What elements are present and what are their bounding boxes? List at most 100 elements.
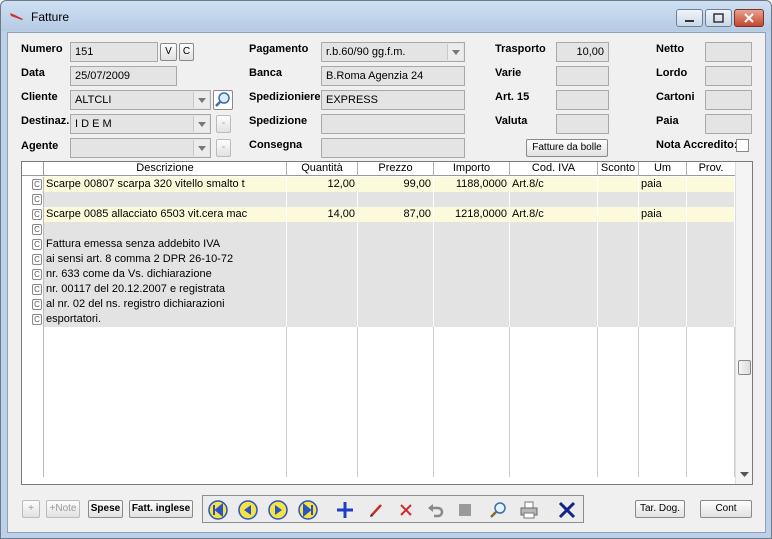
cell-importo[interactable] [434,447,510,462]
v-button[interactable]: V [160,43,177,61]
col-quantita[interactable]: Quantità [287,162,358,176]
cell-um[interactable] [639,282,687,297]
cell-descrizione[interactable] [44,387,287,402]
cell-cod-iva[interactable]: Art.8/c [510,207,598,222]
cell-prov[interactable] [687,417,735,432]
row-checkbox[interactable]: C [32,224,42,235]
cell-prezzo[interactable]: 87,00 [358,207,434,222]
cell-prov[interactable] [687,462,735,477]
destinaz-clear-button[interactable]: - [216,115,231,133]
cell-descrizione[interactable] [44,357,287,372]
cell-prezzo[interactable] [358,372,434,387]
cell-prezzo[interactable] [358,222,434,237]
cell-quantita[interactable] [287,297,358,312]
cell-descrizione[interactable] [44,342,287,357]
cell-prov[interactable] [687,447,735,462]
cell-prezzo[interactable] [358,237,434,252]
cell-importo[interactable] [434,327,510,342]
cell-prov[interactable] [687,177,735,192]
cell-sconto[interactable] [598,207,639,222]
cell-importo[interactable] [434,342,510,357]
cell-um[interactable] [639,327,687,342]
cell-prov[interactable] [687,402,735,417]
row-indicator[interactable] [22,462,44,477]
table-row[interactable]: Cnr. 633 come da Vs. dichiarazione [22,267,735,282]
row-indicator[interactable] [22,327,44,342]
cell-cod-iva[interactable] [510,462,598,477]
cell-descrizione[interactable] [44,372,287,387]
cell-descrizione[interactable] [44,402,287,417]
row-checkbox[interactable]: C [32,194,42,205]
cell-prezzo[interactable]: 99,00 [358,177,434,192]
cell-prezzo[interactable] [358,432,434,447]
cell-sconto[interactable] [598,432,639,447]
cell-prezzo[interactable] [358,327,434,342]
cell-um[interactable] [639,237,687,252]
cell-importo[interactable] [434,417,510,432]
row-checkbox[interactable]: C [32,269,42,280]
undo-icon[interactable] [425,500,445,520]
title-bar[interactable]: Fatture [1,1,771,31]
row-indicator[interactable] [22,447,44,462]
cell-um[interactable] [639,267,687,282]
cell-prezzo[interactable] [358,267,434,282]
cell-prov[interactable] [687,282,735,297]
cell-sconto[interactable] [598,417,639,432]
cell-quantita[interactable] [287,222,358,237]
cell-descrizione[interactable]: esportatori. [44,312,287,327]
cell-um[interactable] [639,222,687,237]
cell-quantita[interactable] [287,432,358,447]
numero-field[interactable]: 151 [70,42,158,62]
col-importo[interactable]: Importo [434,162,510,176]
cell-cod-iva[interactable] [510,327,598,342]
row-indicator[interactable] [22,432,44,447]
cell-importo[interactable] [434,432,510,447]
col-descrizione[interactable]: Descrizione [44,162,287,176]
cell-um[interactable] [639,432,687,447]
edit-record-icon[interactable] [366,500,386,520]
cell-sconto[interactable] [598,192,639,207]
cell-sconto[interactable] [598,177,639,192]
cell-cod-iva[interactable] [510,402,598,417]
banca-field[interactable]: B.Roma Agenzia 24 [321,66,465,86]
cell-sconto[interactable] [598,267,639,282]
cell-descrizione[interactable]: Scarpe 0085 allacciato 6503 vit.cera mac [44,207,287,222]
empty-row[interactable] [22,372,735,387]
table-row[interactable]: Cai sensi art. 8 comma 2 DPR 26-10-72 [22,252,735,267]
cell-descrizione[interactable] [44,222,287,237]
cell-prezzo[interactable] [358,312,434,327]
chevron-down-icon[interactable] [447,44,463,60]
col-um[interactable]: Um [639,162,687,176]
cell-quantita[interactable] [287,237,358,252]
cell-prezzo[interactable] [358,402,434,417]
cell-um[interactable]: paia [639,177,687,192]
fatture-da-bolle-button[interactable]: Fatture da bolle [526,139,608,157]
add-record-icon[interactable] [335,500,355,520]
empty-row[interactable] [22,342,735,357]
col-prov[interactable]: Prov. [687,162,735,176]
col-prezzo[interactable]: Prezzo [358,162,434,176]
cell-um[interactable] [639,417,687,432]
cell-quantita[interactable] [287,312,358,327]
cell-prezzo[interactable] [358,252,434,267]
cell-prov[interactable] [687,387,735,402]
last-record-icon[interactable] [298,500,318,520]
cell-quantita[interactable] [287,342,358,357]
close-button[interactable] [734,9,764,27]
cell-descrizione[interactable]: nr. 633 come da Vs. dichiarazione [44,267,287,282]
cell-descrizione[interactable]: Fattura emessa senza addebito IVA [44,237,287,252]
cell-prov[interactable] [687,327,735,342]
cell-importo[interactable] [434,222,510,237]
cell-importo[interactable] [434,282,510,297]
cell-um[interactable]: paia [639,207,687,222]
cell-quantita[interactable] [287,372,358,387]
cell-prezzo[interactable] [358,417,434,432]
cell-prov[interactable] [687,237,735,252]
cell-prezzo[interactable] [358,342,434,357]
cell-quantita[interactable] [287,267,358,282]
cell-quantita[interactable] [287,447,358,462]
cell-sconto[interactable] [598,252,639,267]
add-button[interactable]: + [22,500,40,518]
cell-prezzo[interactable] [358,447,434,462]
cell-prov[interactable] [687,207,735,222]
